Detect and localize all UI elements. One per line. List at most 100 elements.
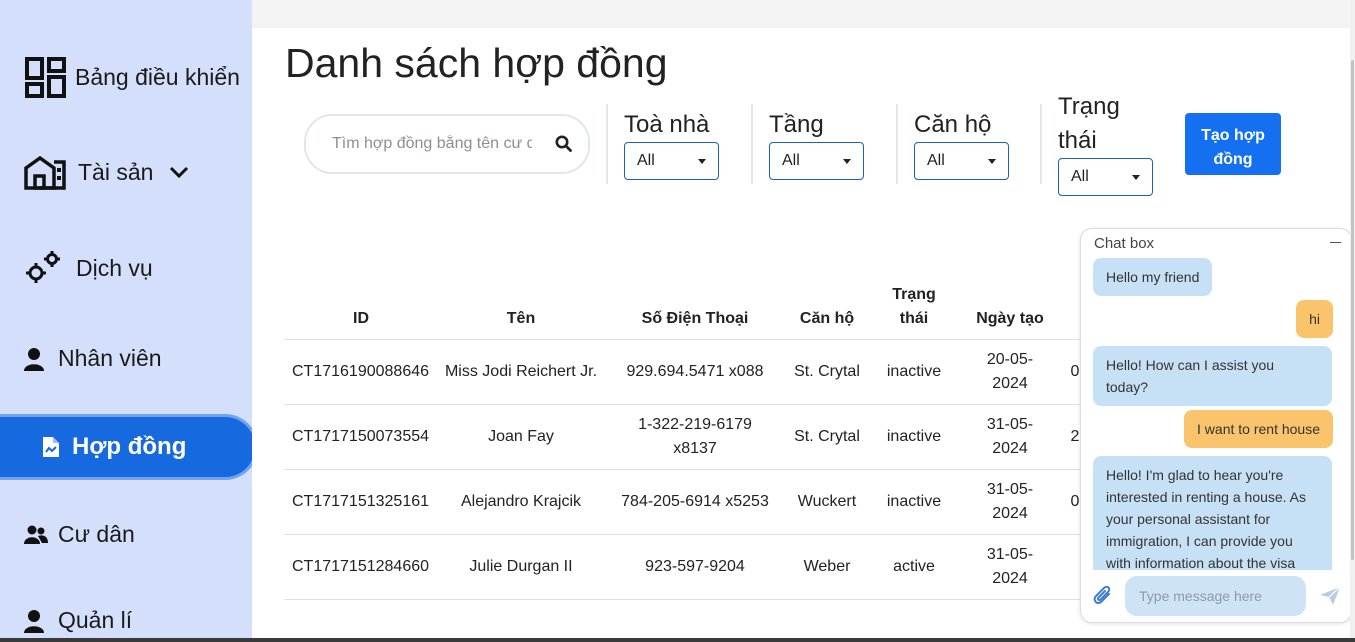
cell-phone: 923-597-9204	[604, 534, 786, 600]
table-header-row: ID Tên Số Điện Thoại Căn hộ Trạng thái N…	[284, 274, 1090, 340]
create-contract-button[interactable]: Tạo hợp đồng	[1185, 113, 1281, 175]
chat-box: Chat box Hello my friend hi Hello! How c…	[1080, 228, 1352, 623]
select-value: All	[782, 152, 800, 169]
sidebar-item-label: Nhân viên	[58, 345, 162, 371]
sidebar-item-assets[interactable]: Tài sản	[24, 154, 189, 190]
gears-icon	[24, 250, 62, 286]
caret-down-icon	[698, 158, 706, 164]
cell-apartment: Wuckert	[786, 469, 868, 535]
cell-created: 31-05-2024	[960, 534, 1060, 600]
col-header-apartment[interactable]: Căn hộ	[786, 274, 868, 340]
caret-down-icon	[1132, 174, 1140, 180]
sidebar: Bảng điều khiển Tài sản Dịch vụ Nhân viê…	[0, 0, 255, 642]
cell-id: CT1716190088646	[284, 339, 438, 405]
filter-label: Căn hộ	[914, 111, 992, 138]
cell-status: active	[868, 534, 960, 600]
caret-down-icon	[843, 158, 851, 164]
sidebar-item-employees[interactable]: Nhân viên	[24, 345, 162, 372]
cell-name: Miss Jodi Reichert Jr.	[438, 339, 604, 405]
sidebar-item-label: Tài sản	[78, 158, 154, 185]
chat-message-user: I want to rent house	[1184, 410, 1333, 448]
send-icon[interactable]	[1319, 586, 1341, 611]
select-value: All	[637, 152, 655, 169]
residents-icon	[24, 525, 48, 545]
sidebar-item-manager[interactable]: Quản lí	[24, 607, 132, 634]
cell-id: CT1717151284660	[284, 534, 438, 600]
dashboard-icon	[24, 56, 67, 99]
cell-status: inactive	[868, 404, 960, 470]
contracts-table: ID Tên Số Điện Thoại Căn hộ Trạng thái N…	[284, 274, 1090, 600]
floor-select[interactable]: All	[769, 142, 864, 180]
page-scrollbar-thumb[interactable]	[1351, 60, 1354, 560]
status-select[interactable]: All	[1058, 158, 1153, 196]
filter-apartment: Căn hộ All	[914, 108, 1009, 180]
table-row[interactable]: CT1717151325161 Alejandro Krajcik 784-20…	[284, 469, 1090, 535]
col-header-phone[interactable]: Số Điện Thoại	[604, 274, 786, 340]
col-header-id[interactable]: ID	[284, 274, 438, 340]
chat-message-bot: Hello! How can I assist you today?	[1093, 346, 1332, 406]
sidebar-item-label: Dịch vụ	[76, 254, 153, 281]
chat-footer	[1081, 570, 1351, 622]
cell-status: inactive	[868, 469, 960, 535]
chat-title: Chat box	[1094, 235, 1155, 252]
caret-down-icon	[988, 158, 996, 164]
chat-message-input[interactable]	[1125, 576, 1306, 616]
bottom-edge	[0, 638, 1355, 642]
sidebar-item-label: Cư dân	[58, 521, 135, 547]
sidebar-item-services[interactable]: Dịch vụ	[24, 250, 153, 286]
cell-phone: 1-322-219-6179 x8137	[604, 404, 786, 470]
employee-icon	[24, 347, 44, 371]
cell-apartment: St. Crytal	[786, 404, 868, 470]
sidebar-item-contracts[interactable]: Hợp đồng	[0, 417, 255, 477]
sidebar-item-dashboard[interactable]: Bảng điều khiển	[24, 56, 240, 99]
building-icon	[24, 154, 66, 190]
col-header-status[interactable]: Trạng thái	[868, 274, 960, 340]
chevron-down-icon[interactable]	[169, 165, 189, 179]
cell-status: inactive	[868, 339, 960, 405]
cell-name: Joan Fay	[438, 404, 604, 470]
cell-apartment: St. Crytal	[786, 339, 868, 405]
chat-message-user: hi	[1296, 300, 1333, 338]
filter-label: Tầng	[769, 111, 824, 138]
cell-phone: 929.694.5471 x088	[604, 339, 786, 405]
page-title: Danh sách hợp đồng	[285, 40, 668, 86]
filter-status: Trạng thái All	[1058, 90, 1153, 196]
chat-message-bot: Hello! I'm glad to hear you're intereste…	[1093, 456, 1332, 572]
minimize-icon[interactable]	[1330, 242, 1341, 243]
filter-label: Trạng thái	[1058, 93, 1120, 154]
search-box	[304, 114, 590, 174]
apartment-select[interactable]: All	[914, 142, 1009, 180]
chat-message-bot: Hello my friend	[1093, 258, 1213, 296]
cell-name: Alejandro Krajcik	[438, 469, 604, 535]
divider	[751, 104, 753, 184]
sidebar-item-residents[interactable]: Cư dân	[24, 521, 135, 548]
building-select[interactable]: All	[624, 142, 719, 180]
table-row[interactable]: CT1716190088646 Miss Jodi Reichert Jr. 9…	[284, 339, 1090, 405]
divider	[896, 104, 898, 184]
search-icon[interactable]	[555, 135, 572, 157]
sidebar-item-label: Bảng điều khiển	[75, 64, 240, 90]
select-value: All	[1071, 168, 1089, 185]
cell-created: 31-05-2024	[960, 404, 1060, 470]
col-header-name[interactable]: Tên	[438, 274, 604, 340]
cell-created: 20-05-2024	[960, 339, 1060, 405]
cell-phone: 784-205-6914 x5253	[604, 469, 786, 535]
sidebar-item-label: Hợp đồng	[72, 433, 187, 460]
filter-label: Toà nhà	[624, 111, 710, 138]
cell-created: 31-05-2024	[960, 469, 1060, 535]
cell-apartment: Weber	[786, 534, 868, 600]
table-row[interactable]: CT1717150073554 Joan Fay 1-322-219-6179 …	[284, 404, 1090, 470]
manager-icon	[24, 609, 44, 633]
cell-name: Julie Durgan II	[438, 534, 604, 600]
search-input[interactable]	[332, 135, 532, 153]
cell-id: CT1717151325161	[284, 469, 438, 535]
cell-id: CT1717150073554	[284, 404, 438, 470]
table-row[interactable]: CT1717151284660 Julie Durgan II 923-597-…	[284, 534, 1090, 600]
divider	[1040, 104, 1042, 184]
col-header-created[interactable]: Ngày tạo	[960, 274, 1060, 340]
filter-floor: Tầng All	[769, 108, 864, 180]
sidebar-item-label: Quản lí	[58, 607, 133, 633]
filter-building: Toà nhà All	[624, 108, 719, 180]
paperclip-icon[interactable]	[1093, 585, 1113, 612]
contract-icon	[42, 436, 60, 458]
